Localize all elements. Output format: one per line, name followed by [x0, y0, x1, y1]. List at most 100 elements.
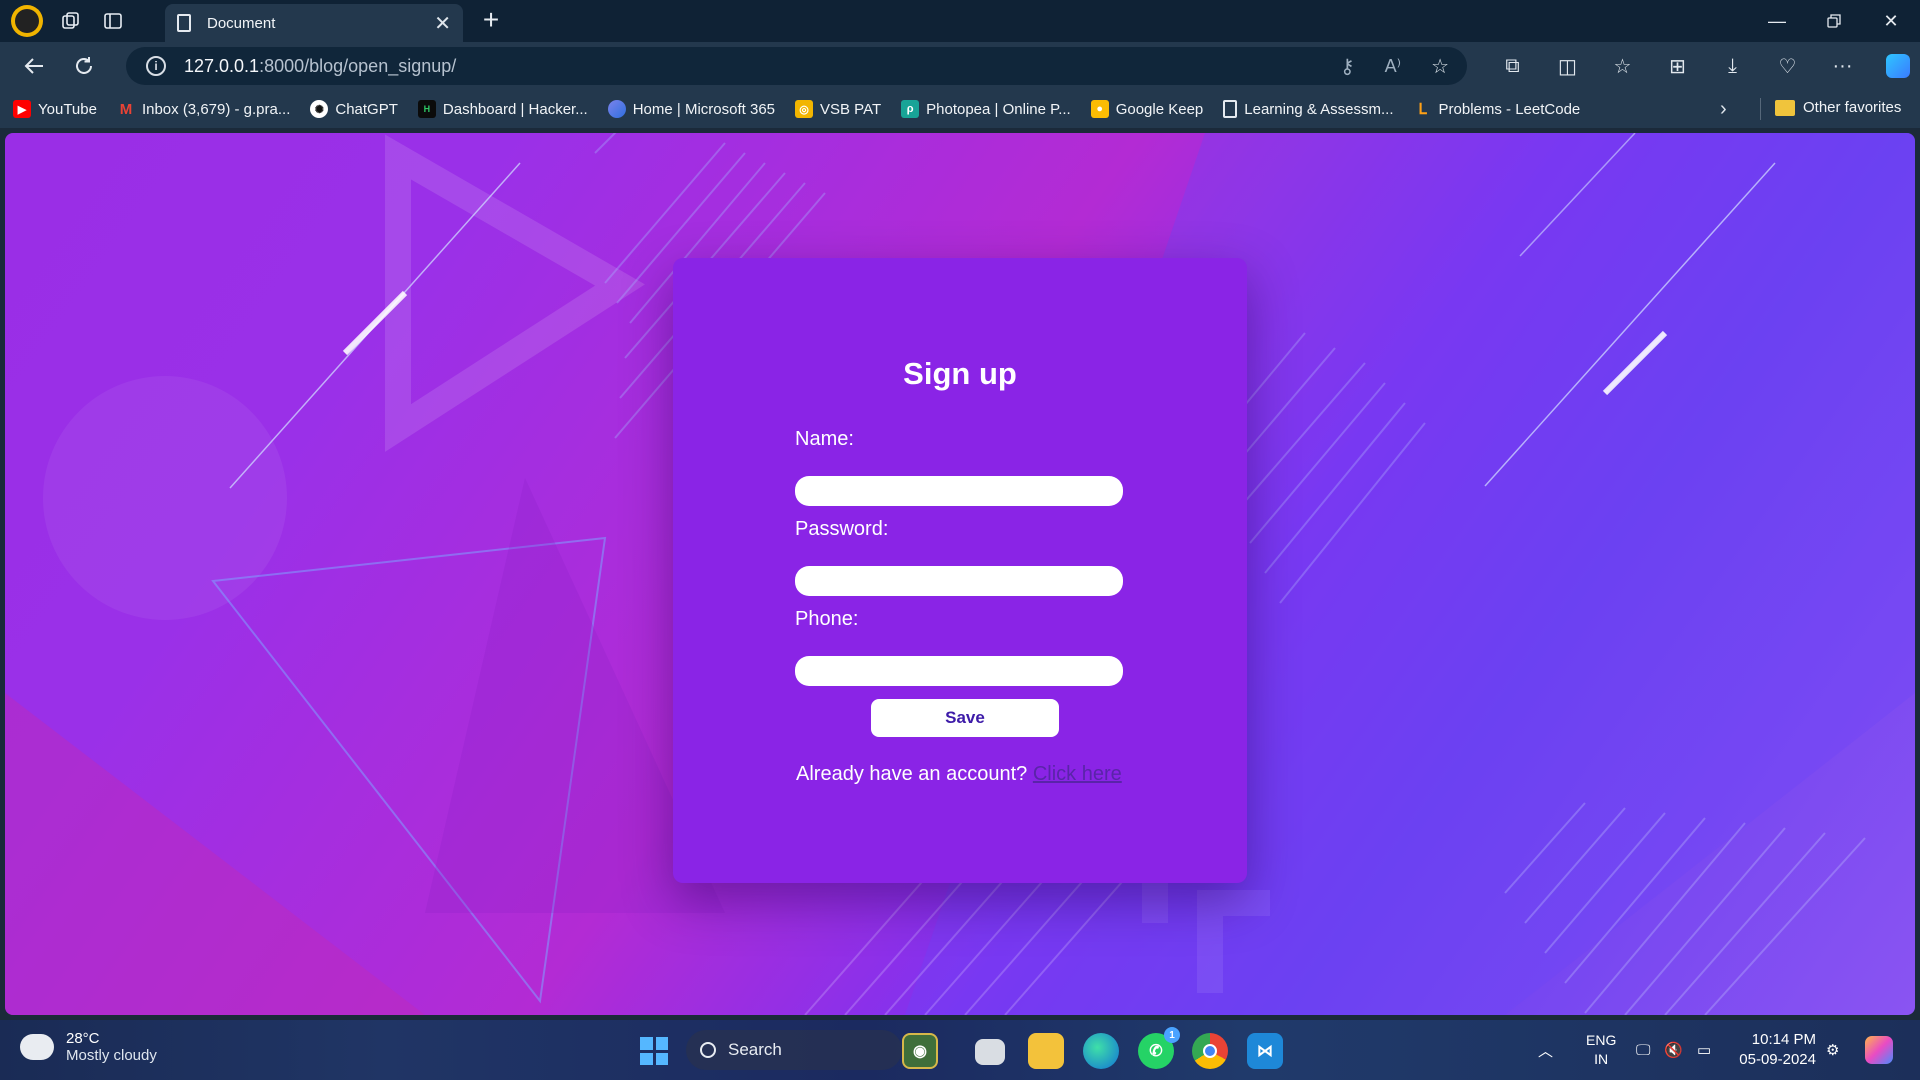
favorites-bar: ▶ YouTube M Inbox (3,679) - g.pra... ✺ Chat… [0, 90, 1920, 128]
start-button[interactable] [640, 1037, 668, 1065]
copilot-taskbar-icon[interactable] [1865, 1020, 1893, 1080]
collections-icon[interactable]: ⊞ [1650, 42, 1705, 90]
profile-avatar[interactable] [11, 5, 43, 37]
password-key-icon[interactable]: ⚷ [1340, 54, 1355, 79]
navigation-bar: i 127.0.0.1:8000/blog/open_signup/ ⚷ A⁾ … [0, 42, 1920, 90]
more-favorites-chevron-icon[interactable]: › [1720, 98, 1727, 121]
browser-essentials-icon[interactable]: ♡ [1760, 42, 1815, 90]
windows-logo-tile [640, 1037, 653, 1050]
hackerrank-icon: H [417, 100, 436, 118]
chatgpt-icon: ✺ [310, 100, 329, 118]
other-favorites[interactable]: Other favorites [1775, 99, 1901, 116]
fav-label: VSB PAT [820, 100, 882, 118]
fav-leetcode[interactable]: ᒪ Problems - LeetCode [1414, 100, 1581, 119]
refresh-button[interactable] [64, 46, 104, 86]
login-prompt-text: Already have an account? [796, 763, 1028, 785]
weather-widget[interactable]: 28°C Mostly cloudy [18, 1028, 157, 1064]
keep-icon: ● [1090, 100, 1109, 118]
fav-label: Home | Microsoft 365 [632, 100, 775, 118]
clock[interactable]: 10:14 PM 05-09-2024 [1732, 1030, 1816, 1070]
vertical-tabs-icon[interactable] [97, 5, 129, 37]
favorite-star-icon[interactable]: ☆ [1431, 54, 1449, 79]
downloads-icon[interactable]: ⤓ [1705, 42, 1760, 90]
show-hidden-icons-chevron-icon[interactable]: ︿ [1538, 1020, 1553, 1080]
login-prompt: Already have an account? Click here [796, 763, 1122, 786]
restore-button[interactable] [1805, 0, 1863, 42]
fav-hackerrank[interactable]: H Dashboard | Hacker... [417, 100, 588, 118]
file-manager-icon[interactable] [975, 1039, 1005, 1065]
windows-logo-tile [640, 1052, 653, 1065]
extensions-icon[interactable]: ⧉ [1485, 42, 1540, 90]
close-window-button[interactable]: ✕ [1862, 0, 1920, 42]
fav-label: ChatGPT [335, 100, 398, 118]
login-link[interactable]: Click here [1033, 763, 1122, 785]
split-screen-icon[interactable]: ◫ [1540, 42, 1595, 90]
file-explorer-icon[interactable] [1028, 1033, 1064, 1069]
youtube-icon: ▶ [13, 100, 31, 118]
fav-label: Dashboard | Hacker... [442, 100, 588, 118]
save-button[interactable]: Save [871, 699, 1059, 737]
microsoft365-icon [607, 100, 626, 118]
network-icon[interactable]: 🖵 [1636, 1020, 1650, 1080]
tab-document[interactable]: Document ✕ [165, 4, 463, 42]
fav-photopea[interactable]: ρ Photopea | Online P... [901, 100, 1071, 118]
chrome-icon[interactable] [1192, 1033, 1228, 1069]
cloudy-weather-icon [18, 1028, 54, 1060]
leetcode-icon: ᒪ [1418, 101, 1427, 118]
fav-label: Problems - LeetCode [1438, 100, 1581, 118]
whatsapp-icon[interactable]: ✆ 1 [1138, 1027, 1180, 1069]
read-aloud-icon[interactable]: A⁾ [1385, 56, 1401, 77]
page-title: Sign up [903, 356, 1017, 391]
phone-input[interactable] [795, 656, 1123, 686]
fav-microsoft365[interactable]: Home | Microsoft 365 [607, 100, 775, 118]
password-input[interactable] [795, 566, 1123, 596]
copilot-icon[interactable] [1870, 42, 1920, 90]
folder-icon [1775, 99, 1795, 116]
settings-gear-icon[interactable]: ⚙ [1826, 1020, 1839, 1080]
language-indicator[interactable]: ENG IN [1586, 1020, 1616, 1080]
document-icon [177, 14, 191, 32]
taskbar-search[interactable]: Search [686, 1030, 902, 1070]
region-code: IN [1594, 1051, 1609, 1067]
fav-label: Photopea | Online P... [926, 100, 1071, 118]
url-path: :8000/blog/open_signup/ [259, 55, 457, 76]
more-options-icon[interactable]: ··· [1815, 42, 1870, 90]
fav-learning[interactable]: Learning & Assessm... [1223, 100, 1394, 118]
page-icon [1223, 100, 1238, 118]
windows-logo-tile [655, 1052, 668, 1065]
vscode-icon[interactable]: ⋈ [1247, 1033, 1283, 1069]
name-input[interactable] [795, 476, 1123, 506]
fav-youtube[interactable]: ▶ YouTube [13, 100, 97, 118]
weather-condition: Mostly cloudy [66, 1047, 157, 1064]
gmail-icon: M [116, 100, 135, 118]
site-info-icon[interactable]: i [146, 56, 166, 76]
fav-label: Google Keep [1115, 100, 1204, 118]
fav-label: YouTube [38, 100, 97, 118]
back-button[interactable] [14, 46, 54, 86]
clock-time: 10:14 PM [1751, 1031, 1816, 1048]
minimize-button[interactable]: — [1748, 0, 1806, 42]
fav-google-keep[interactable]: ● Google Keep [1090, 100, 1204, 118]
clock-date: 05-09-2024 [1739, 1051, 1816, 1068]
volume-muted-icon[interactable]: 🔇 [1664, 1020, 1683, 1080]
fav-gmail[interactable]: M Inbox (3,679) - g.pra... [116, 100, 290, 118]
tab-title: Document [207, 14, 276, 32]
edge-icon[interactable] [1083, 1033, 1119, 1069]
phone-label: Phone: [795, 608, 859, 630]
notification-badge: 1 [1164, 1027, 1180, 1043]
fav-chatgpt[interactable]: ✺ ChatGPT [310, 100, 398, 118]
password-label: Password: [795, 518, 889, 540]
battery-icon[interactable]: ▭ [1697, 1020, 1711, 1080]
name-label: Name: [795, 428, 854, 450]
close-tab-icon[interactable]: ✕ [434, 11, 451, 36]
favorites-icon[interactable]: ☆ [1595, 42, 1650, 90]
camera-app-icon[interactable]: ◉ [902, 1033, 938, 1069]
address-bar[interactable]: i 127.0.0.1:8000/blog/open_signup/ ⚷ A⁾ … [126, 47, 1467, 85]
url-text[interactable]: 127.0.0.1:8000/blog/open_signup/ [184, 56, 456, 77]
fav-vsb-pat[interactable]: ◎ VSB PAT [795, 100, 881, 118]
new-tab-button[interactable]: + [476, 4, 506, 36]
workspaces-icon[interactable] [55, 5, 87, 37]
url-host: 127.0.0.1 [184, 55, 260, 76]
other-favorites-label: Other favorites [1803, 99, 1902, 116]
page-viewport: Sign up Name: Password: Phone: Save Alre… [5, 133, 1915, 1015]
